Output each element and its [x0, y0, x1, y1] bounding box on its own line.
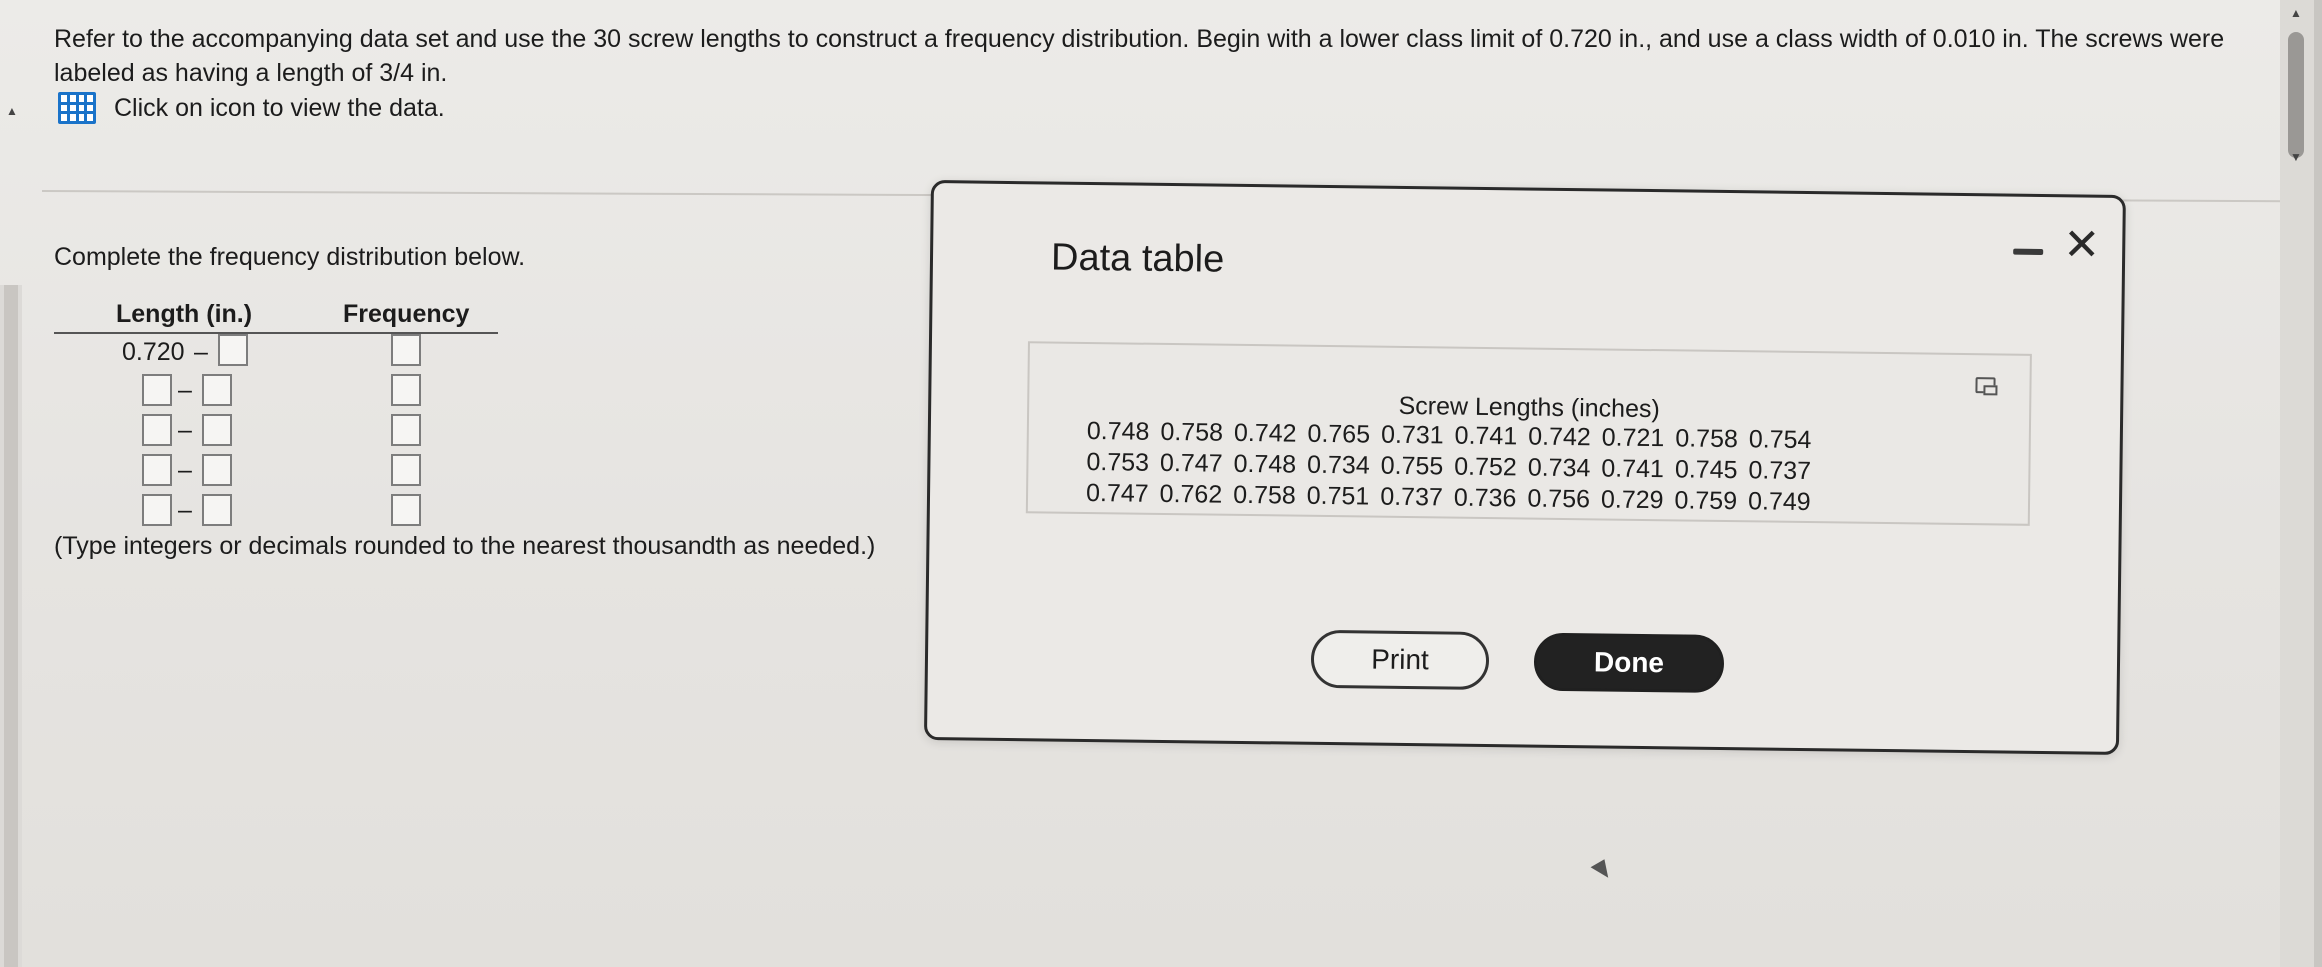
screw-length-cell: 0.741	[1601, 454, 1665, 484]
screw-length-cell: 0.752	[1454, 452, 1517, 482]
class-dash: –	[178, 416, 192, 444]
screw-length-cell: 0.734	[1306, 450, 1370, 480]
class-dash: –	[194, 338, 208, 366]
scroll-up-icon[interactable]: ▲	[2290, 6, 2302, 20]
minimize-icon[interactable]	[2013, 248, 2044, 255]
class-dash: –	[178, 456, 192, 484]
screw-length-cell: 0.758	[1233, 480, 1296, 510]
frequency-input-3[interactable]	[391, 414, 421, 446]
left-scroll-strip[interactable]	[0, 285, 22, 967]
upper-limit-input-2[interactable]	[202, 374, 232, 406]
screw-length-cell: 0.731	[1380, 420, 1444, 450]
lower-limit-input-3[interactable]	[142, 414, 172, 446]
class-dash: –	[178, 376, 192, 404]
screw-length-cell: 0.742	[1233, 418, 1297, 448]
right-scrollbar[interactable]: ▲ ▼	[2280, 0, 2322, 967]
screw-length-cell: 0.741	[1454, 421, 1518, 451]
frequency-distribution-table: Length (in.) Frequency 0.720 – – – – –	[54, 300, 498, 526]
length-header: Length (in.)	[116, 300, 253, 328]
upper-limit-input-3[interactable]	[202, 414, 232, 446]
print-button[interactable]: Print	[1310, 629, 1490, 691]
left-scroll-thumb[interactable]	[4, 285, 18, 967]
screw-length-cell: 0.749	[1747, 487, 1811, 517]
screw-length-cell: 0.748	[1086, 416, 1150, 446]
screw-data-panel: Screw Lengths (inches) 0.748 0.758 0.742 0.…	[1025, 341, 2032, 526]
scrollbar-thumb[interactable]	[2288, 32, 2304, 158]
question-text: Refer to the accompanying data set and u…	[54, 25, 2225, 87]
lower-limit-input-5[interactable]	[142, 494, 172, 526]
screw-length-cell: 0.755	[1380, 451, 1444, 481]
data-table-dialog: Data table ✕ Screw Lengths (inches) 0.74…	[923, 180, 2126, 755]
screw-length-cell: 0.753	[1086, 447, 1150, 477]
frequency-header: Frequency	[343, 300, 470, 328]
screw-length-cell: 0.736	[1453, 483, 1517, 513]
screw-length-cell: 0.758	[1160, 417, 1224, 447]
close-icon[interactable]: ✕	[2063, 219, 2101, 270]
screw-length-cell: 0.765	[1307, 419, 1371, 449]
frequency-input-2[interactable]	[391, 374, 421, 406]
screw-length-cell: 0.762	[1159, 479, 1223, 509]
upper-limit-input-4[interactable]	[202, 454, 232, 486]
screw-length-cell: 0.759	[1674, 486, 1738, 516]
lower-limit-input-4[interactable]	[142, 454, 172, 486]
done-button[interactable]: Done	[1533, 632, 1725, 694]
dialog-title: Data table	[1050, 236, 1225, 281]
collapse-arrow-icon[interactable]: ▲	[6, 104, 18, 118]
screw-lengths-table: 0.748 0.758 0.742 0.765 0.731 0.741 0.742 0.721…	[1086, 416, 1823, 518]
lower-limit-input-2[interactable]	[142, 374, 172, 406]
screw-length-cell: 0.747	[1159, 448, 1223, 478]
screw-length-cell: 0.758	[1675, 424, 1739, 454]
rounding-note: (Type integers or decimals rounded to th…	[54, 532, 876, 560]
screw-length-cell: 0.737	[1380, 482, 1444, 512]
screw-length-cell: 0.745	[1674, 455, 1738, 485]
mouse-cursor-icon	[1590, 859, 1614, 883]
table-header: Length (in.) Frequency	[54, 300, 498, 334]
frequency-input-1[interactable]	[391, 334, 421, 366]
view-data-label[interactable]: Click on icon to view the data.	[114, 94, 445, 123]
view-data-link[interactable]: Click on icon to view the data.	[58, 92, 445, 124]
screw-length-cell: 0.756	[1527, 484, 1591, 514]
frequency-input-5[interactable]	[391, 494, 421, 526]
grid-icon[interactable]	[58, 92, 96, 124]
page: ▲ Refer to the accompanying data set and…	[0, 0, 2322, 967]
scroll-down-icon[interactable]: ▼	[2290, 150, 2302, 164]
screw-length-cell: 0.754	[1748, 425, 1812, 455]
screw-length-cell: 0.742	[1528, 422, 1591, 452]
screw-length-cell: 0.729	[1600, 485, 1664, 515]
screw-length-cell: 0.747	[1085, 478, 1149, 508]
copy-icon[interactable]	[1975, 377, 1996, 394]
first-lower-limit: 0.720	[122, 338, 185, 366]
screw-length-cell: 0.734	[1527, 453, 1591, 483]
upper-limit-input-5[interactable]	[202, 494, 232, 526]
frequency-input-4[interactable]	[391, 454, 421, 486]
class-dash: –	[178, 496, 192, 524]
screw-length-cell: 0.748	[1233, 449, 1297, 479]
screw-length-cell: 0.737	[1748, 456, 1812, 486]
window-edge	[2314, 0, 2322, 967]
upper-limit-input-1[interactable]	[218, 334, 248, 366]
screw-length-cell: 0.751	[1306, 481, 1370, 511]
answer-prompt: Complete the frequency distribution belo…	[54, 243, 526, 271]
screw-length-cell: 0.721	[1601, 423, 1665, 453]
